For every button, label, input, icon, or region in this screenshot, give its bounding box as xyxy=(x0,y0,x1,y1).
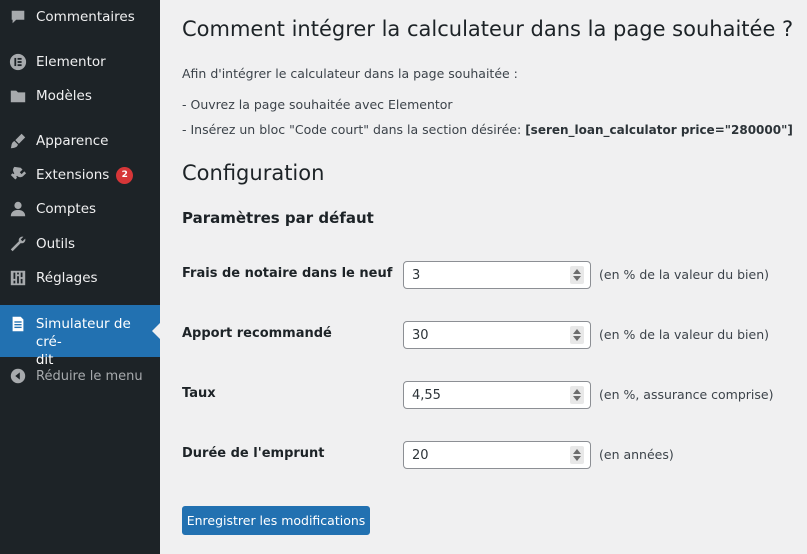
brush-icon xyxy=(8,131,28,151)
wrench-icon xyxy=(8,234,28,254)
save-button[interactable]: Enregistrer les modifications xyxy=(182,506,370,535)
sidebar-item-extensions[interactable]: Extensions 2 xyxy=(0,163,160,187)
sidebar-item-label: Extensions xyxy=(36,167,110,183)
sidebar-item-apparence[interactable]: Apparence xyxy=(0,129,160,153)
rate-input[interactable]: 4,55 xyxy=(403,381,591,409)
sidebar-item-label: Commentaires xyxy=(36,9,135,25)
update-count-badge: 2 xyxy=(116,166,134,184)
number-spinner[interactable] xyxy=(570,386,584,404)
number-spinner[interactable] xyxy=(570,446,584,464)
number-spinner[interactable] xyxy=(570,326,584,344)
page-title: Comment intégrer la calculateur dans la … xyxy=(182,17,794,41)
loan-duration-input[interactable]: 20 xyxy=(403,441,591,469)
sidebar-item-reglages[interactable]: Réglages xyxy=(0,266,160,290)
sidebar-item-label: Simulateur de cré- dit xyxy=(35,316,131,368)
sidebar-item-comptes[interactable]: Comptes xyxy=(0,197,160,221)
collapse-menu-button[interactable]: Réduire le menu xyxy=(0,364,160,388)
rate-label: Taux xyxy=(182,386,216,401)
sidebar-item-label: Réduire le menu xyxy=(36,368,143,384)
instruction-step-1: - Ouvrez la page souhaitée avec Elemento… xyxy=(182,97,453,112)
intro-text: Afin d'intégrer le calculateur dans la p… xyxy=(182,66,518,81)
notary-fees-input[interactable]: 3 xyxy=(403,261,591,289)
sidebar-item-label: Comptes xyxy=(36,201,97,217)
shortcode: [seren_loan_calculator price="280000"] xyxy=(525,123,793,137)
admin-sidebar: Commentaires Elementor Modèles Apparence… xyxy=(0,0,160,554)
comment-icon xyxy=(8,7,28,27)
sidebar-item-simulateur-de-credit[interactable]: Simulateur de cré- dit xyxy=(0,305,160,368)
document-icon xyxy=(8,314,28,334)
defaults-heading: Paramètres par défaut xyxy=(182,209,374,227)
sidebar-item-label: Réglages xyxy=(36,270,98,286)
down-payment-label: Apport recommandé xyxy=(182,326,332,341)
number-spinner[interactable] xyxy=(570,266,584,284)
sidebar-item-commentaires[interactable]: Commentaires xyxy=(0,5,160,29)
sidebar-item-label: Elementor xyxy=(36,54,106,70)
rate-unit: (en %, assurance comprise) xyxy=(599,387,774,402)
down-payment-input[interactable]: 30 xyxy=(403,321,591,349)
sidebar-item-label: Outils xyxy=(36,236,76,252)
sidebar-item-label: Modèles xyxy=(36,88,92,104)
sidebar-item-outils[interactable]: Outils xyxy=(0,232,160,256)
loan-duration-unit: (en années) xyxy=(599,447,674,462)
collapse-icon xyxy=(8,366,28,386)
notary-fees-label: Frais de notaire dans le neuf xyxy=(182,266,393,281)
plugin-icon xyxy=(8,165,28,185)
notary-fees-unit: (en % de la valeur du bien) xyxy=(599,267,770,282)
elementor-icon xyxy=(8,52,28,72)
sidebar-item-label: Apparence xyxy=(36,133,109,149)
folder-icon xyxy=(8,86,28,106)
loan-duration-label: Durée de l'emprunt xyxy=(182,446,325,461)
down-payment-unit: (en % de la valeur du bien) xyxy=(599,327,770,342)
sidebar-item-elementor[interactable]: Elementor xyxy=(0,50,160,74)
configuration-heading: Configuration xyxy=(182,161,325,185)
instruction-step-2: - Insérez un bloc "Code court" dans la s… xyxy=(182,122,793,137)
user-icon xyxy=(8,199,28,219)
sliders-icon xyxy=(8,268,28,288)
sidebar-item-modeles[interactable]: Modèles xyxy=(0,84,160,108)
